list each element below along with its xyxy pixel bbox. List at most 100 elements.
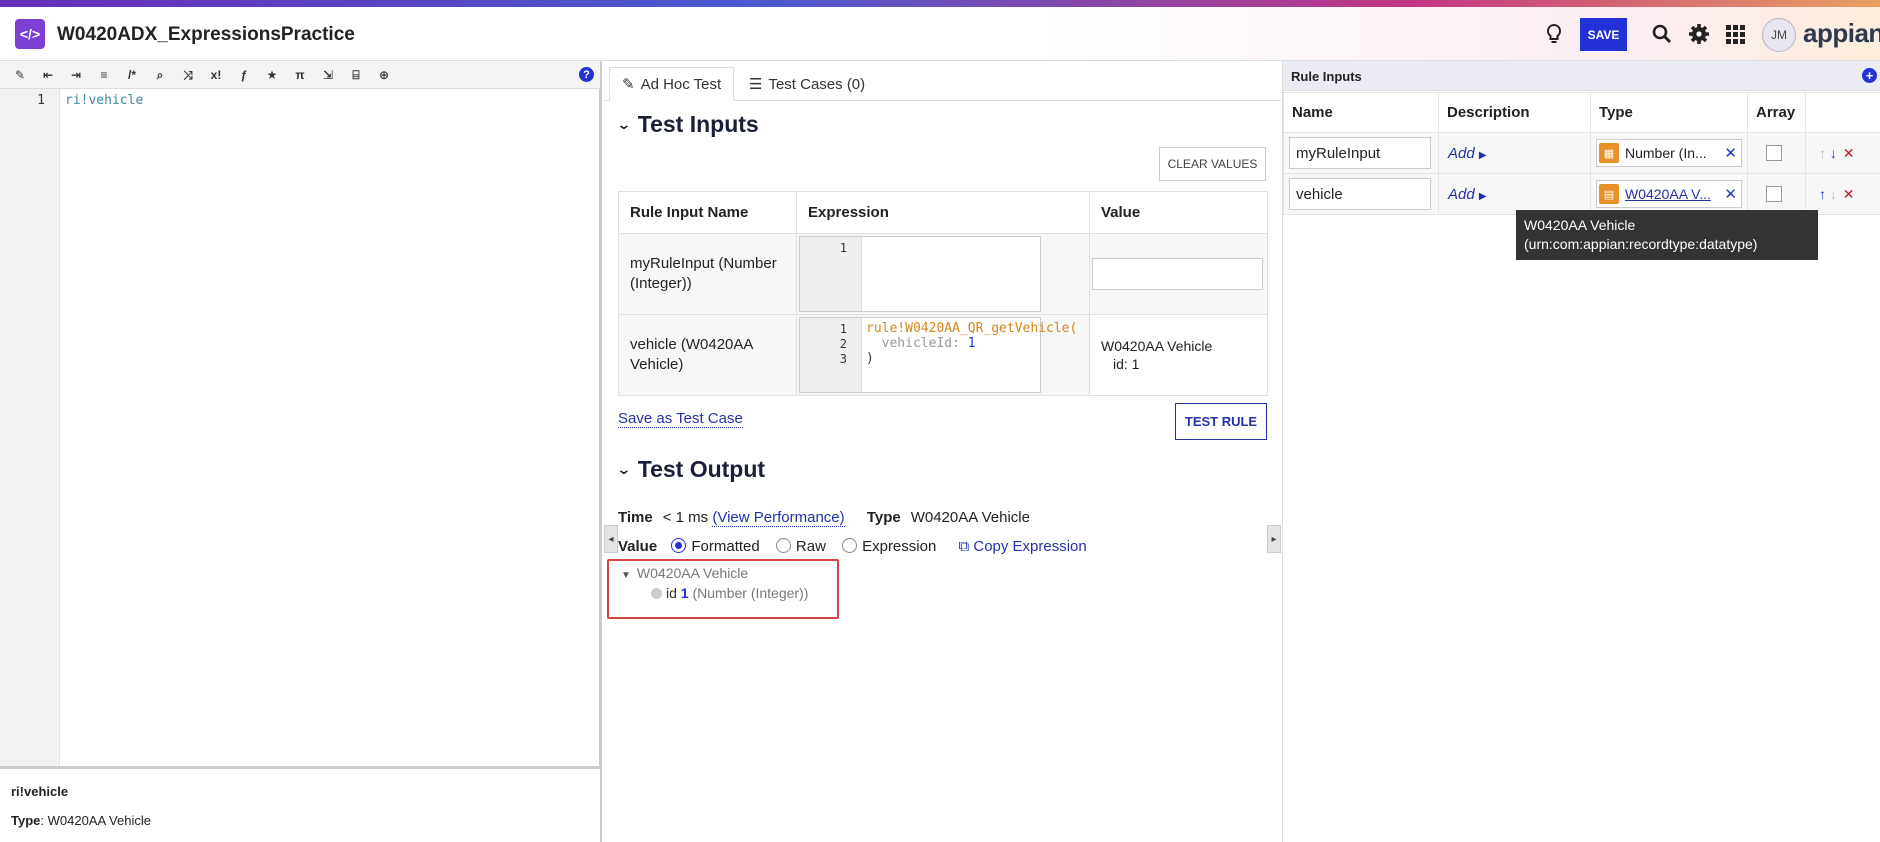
- expression-input[interactable]: 1: [799, 236, 1041, 312]
- array-checkbox[interactable]: [1766, 186, 1782, 202]
- test-pane: ✎ Ad Hoc Test ☰ Test Cases (0) ⌄ Test Input…: [605, 61, 1281, 842]
- move-up-icon[interactable]: ↑: [1819, 186, 1826, 202]
- move-down-icon[interactable]: ↓: [1830, 186, 1837, 202]
- type-value: W0420AA Vehicle: [910, 509, 1030, 526]
- clear-type-icon[interactable]: ✕: [1724, 144, 1737, 162]
- add-description-link[interactable]: Add ▶: [1448, 186, 1487, 203]
- radio-raw[interactable]: Raw: [775, 538, 826, 555]
- expression-rule-icon: </>: [15, 19, 45, 49]
- caret-right-icon: ▶: [1478, 149, 1487, 161]
- radio-off-icon: [775, 538, 791, 553]
- tab-test-cases[interactable]: ☰ Test Cases (0): [737, 67, 877, 101]
- expression-input[interactable]: 1 2 3 rule!W0420AA_QR_getVehicle( vehicl…: [799, 317, 1077, 393]
- shuffle-icon[interactable]: ⤨: [180, 67, 196, 83]
- list-icon[interactable]: ≡: [96, 67, 112, 83]
- array-checkbox[interactable]: [1766, 145, 1782, 161]
- document-search-icon[interactable]: ⌸: [348, 67, 364, 83]
- number-type-icon: ▦: [1599, 143, 1619, 163]
- test-output-heading[interactable]: ⌄ Test Output: [616, 456, 765, 483]
- line-number: 1: [37, 93, 45, 108]
- col-header: Value: [1089, 191, 1268, 234]
- user-avatar[interactable]: JM: [1762, 18, 1796, 52]
- lightbulb-icon[interactable]: [1542, 22, 1566, 46]
- search-icon[interactable]: ⌕: [152, 67, 168, 83]
- radio-formatted[interactable]: Formatted: [671, 538, 760, 555]
- expression-editor-pane: ✎ ⇤ ⇥ ≡ /* ⌕ ⤨ x! ƒ ★ π ⇲ ⌸ ⊕ ? 1 ri!veh…: [0, 61, 602, 842]
- clear-values-button[interactable]: CLEAR VALUES: [1159, 147, 1266, 181]
- test-tabs: ✎ Ad Hoc Test ☰ Test Cases (0): [605, 61, 1281, 101]
- app-grid-icon[interactable]: [1723, 22, 1747, 46]
- copy-label: Copy Expression: [973, 538, 1087, 555]
- star-icon[interactable]: ★: [264, 67, 280, 83]
- field-value: 1: [680, 585, 689, 601]
- rule-input-name: myRuleInput (Number (Integer)): [618, 233, 797, 315]
- indent-icon[interactable]: ⇥: [68, 67, 84, 83]
- value-label: Value: [618, 538, 658, 555]
- function-icon[interactable]: ƒ: [236, 67, 252, 83]
- globe-search-icon[interactable]: ⊕: [376, 67, 392, 83]
- tab-ad-hoc-test[interactable]: ✎ Ad Hoc Test: [609, 67, 735, 101]
- time-value: < 1 ms: [662, 509, 709, 526]
- type-tooltip: W0420AA Vehicle (urn:com:appian:recordty…: [1516, 210, 1818, 260]
- gear-icon[interactable]: [1687, 22, 1711, 46]
- save-button[interactable]: SAVE: [1580, 18, 1627, 51]
- code-line[interactable]: ri!vehicle: [65, 93, 143, 108]
- test-rule-button[interactable]: TEST RULE: [1175, 403, 1267, 440]
- radio-label: Raw: [795, 538, 826, 555]
- move-down-icon[interactable]: ↓: [1830, 145, 1837, 161]
- comment-icon[interactable]: /*: [124, 67, 140, 83]
- add-label: Add: [1448, 185, 1475, 203]
- radio-expression[interactable]: Expression: [842, 538, 936, 555]
- field-key: id: [666, 585, 677, 601]
- save-as-test-case-link[interactable]: Save as Test Case: [618, 410, 743, 428]
- col-header: Expression: [796, 191, 1090, 234]
- test-inputs-heading[interactable]: ⌄ Test Inputs: [616, 111, 758, 138]
- rule-input-name-field[interactable]: myRuleInput: [1289, 137, 1431, 169]
- value-input[interactable]: [1092, 258, 1263, 290]
- clear-type-icon[interactable]: ✕: [1724, 185, 1737, 203]
- col-header: Array: [1747, 92, 1806, 133]
- radio-on-icon: [671, 538, 687, 553]
- table-row: vehicle Add ▶ ▤ W0420AA V... ✕ ↑ ↓ ✕: [1283, 173, 1880, 215]
- export-icon[interactable]: ⇲: [320, 67, 336, 83]
- line-number: 2: [839, 337, 847, 351]
- move-up-icon[interactable]: ↑: [1819, 145, 1826, 161]
- type-picker[interactable]: ▤ W0420AA V... ✕: [1596, 180, 1742, 208]
- copy-expression-link[interactable]: ⧉ Copy Expression: [958, 538, 1086, 555]
- search-icon[interactable]: [1650, 22, 1674, 46]
- app-title: W0420ADX_ExpressionsPractice: [57, 24, 355, 45]
- line-number: 3: [839, 352, 847, 366]
- delete-icon[interactable]: ✕: [1843, 145, 1855, 161]
- col-header: Description: [1438, 92, 1591, 133]
- line-gutter: 1: [0, 89, 60, 766]
- table-row: myRuleInput Add ▶ ▦ Number (In... ✕ ↑ ↓ ✕: [1283, 132, 1880, 174]
- value-text: W0420AA Vehicle: [1101, 338, 1213, 354]
- type-label: Number (In...: [1625, 145, 1707, 161]
- type-picker[interactable]: ▦ Number (In... ✕: [1596, 139, 1742, 167]
- expand-rule-icon[interactable]: x!: [208, 67, 224, 83]
- outdent-icon[interactable]: ⇤: [40, 67, 56, 83]
- brand-logo: appian: [1803, 18, 1880, 48]
- test-inputs-table: Rule Input Name Expression Value myRuleI…: [618, 191, 1268, 396]
- output-tree-highlight: ▼ W0420AA Vehicle id 1 (Number (Integer)): [607, 559, 839, 619]
- pi-icon[interactable]: π: [292, 67, 308, 83]
- col-header: Name: [1283, 92, 1439, 133]
- help-icon[interactable]: ?: [579, 67, 594, 82]
- add-rule-input-icon[interactable]: +: [1862, 68, 1877, 83]
- record-type-icon: ▤: [1599, 184, 1619, 204]
- info-variable-name: ri!vehicle: [11, 784, 69, 799]
- rule-input-name-field[interactable]: vehicle: [1289, 178, 1431, 210]
- rule-inputs-header: Rule Inputs +: [1283, 61, 1880, 91]
- chevron-down-icon: ⌄: [616, 116, 632, 132]
- editor-toolbar: ✎ ⇤ ⇥ ≡ /* ⌕ ⤨ x! ƒ ★ π ⇲ ⌸ ⊕ ?: [0, 61, 600, 89]
- delete-icon[interactable]: ✕: [1843, 186, 1855, 202]
- tooltip-line: W0420AA Vehicle: [1524, 217, 1636, 233]
- col-header: Type: [1590, 92, 1748, 133]
- add-label: Add: [1448, 144, 1475, 162]
- code-line: rule!W0420AA_QR_getVehicle(: [866, 321, 1078, 336]
- format-wand-icon[interactable]: ✎: [12, 67, 28, 83]
- tree-root[interactable]: ▼ W0420AA Vehicle: [621, 565, 748, 581]
- add-description-link[interactable]: Add ▶: [1448, 145, 1487, 162]
- type-label[interactable]: W0420AA V...: [1625, 186, 1711, 202]
- view-performance-link[interactable]: (View Performance): [712, 509, 845, 527]
